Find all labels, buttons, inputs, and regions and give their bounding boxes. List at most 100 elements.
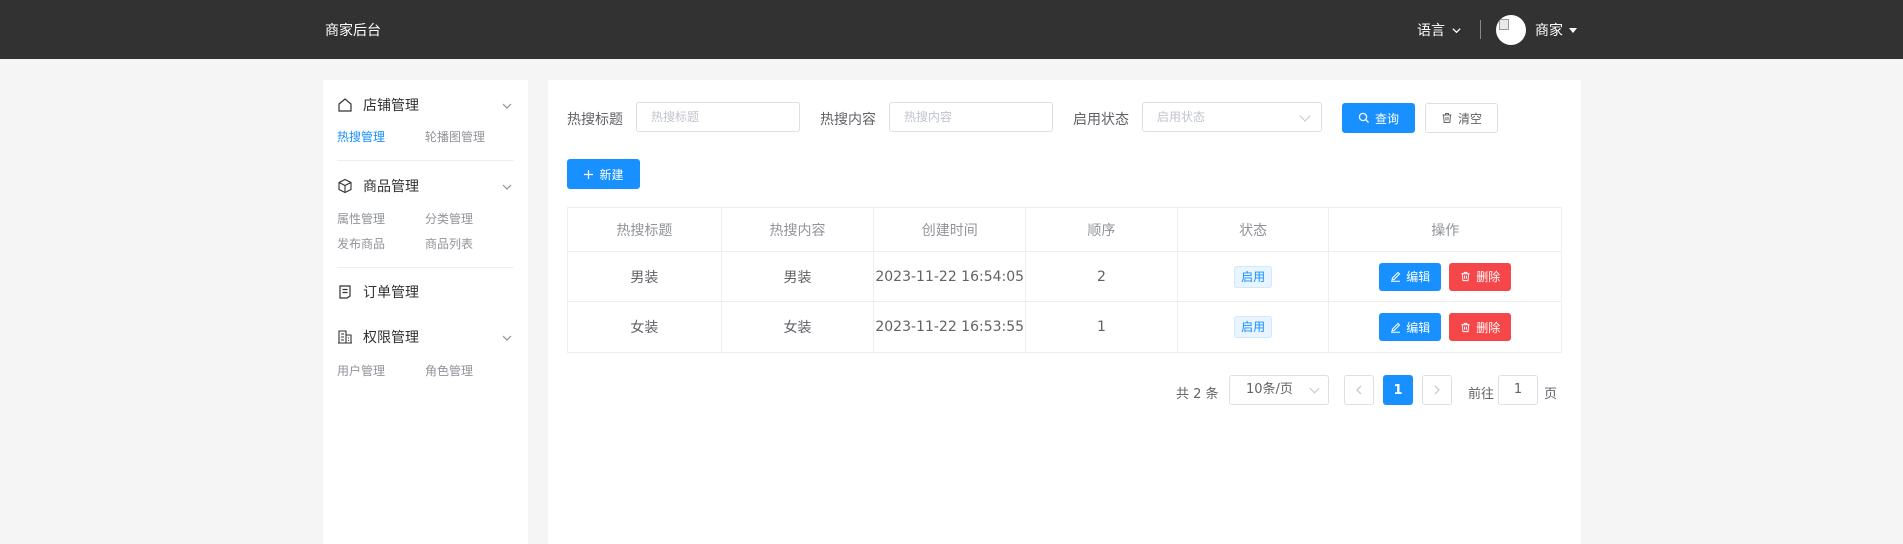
page-size-select[interactable]: 10条/页 <box>1229 375 1329 405</box>
prev-page-button[interactable] <box>1344 375 1374 405</box>
delete-button-label: 删除 <box>1476 320 1501 335</box>
sidebar-group-orders[interactable]: 订单管理 <box>337 282 419 302</box>
filter-title-input[interactable]: 热搜标题 <box>636 102 800 132</box>
sidebar-item-attributes[interactable]: 属性管理 <box>337 210 385 227</box>
chevron-down-icon[interactable] <box>502 182 512 192</box>
document-icon <box>339 285 351 299</box>
edit-icon <box>1391 271 1401 282</box>
sidebar: 店铺管理 热搜管理 轮播图管理 商品管理 属性管理 分类管理 发布商品 商品列表… <box>323 80 528 544</box>
page-size-value: 10条/页 <box>1246 382 1293 397</box>
broken-image-icon <box>1499 19 1509 30</box>
sidebar-item-goods-list[interactable]: 商品列表 <box>425 235 473 252</box>
sidebar-group-goods[interactable]: 商品管理 <box>337 176 419 196</box>
chevron-down-icon <box>1452 27 1461 33</box>
chevron-down-icon <box>1309 383 1320 394</box>
plus-icon <box>584 169 594 179</box>
box-icon <box>338 178 352 194</box>
cell-actions: 编辑 删除 <box>1329 252 1561 301</box>
clear-button[interactable]: 清空 <box>1425 103 1498 133</box>
sidebar-item-roles[interactable]: 角色管理 <box>425 362 473 379</box>
cell-title: 女装 <box>568 302 722 352</box>
column-header: 热搜内容 <box>722 208 875 251</box>
top-header: 商家后台 语言 商家 <box>0 0 1903 59</box>
sidebar-group-permissions[interactable]: 权限管理 <box>337 327 419 347</box>
edit-icon <box>1391 322 1401 333</box>
sidebar-item-publish[interactable]: 发布商品 <box>337 235 385 252</box>
caret-down-icon <box>1569 27 1577 33</box>
user-name: 商家 <box>1535 23 1563 39</box>
cell-content: 女装 <box>722 302 875 352</box>
next-page-button[interactable] <box>1422 375 1452 405</box>
cell-title: 男装 <box>568 252 722 301</box>
sidebar-divider <box>337 267 514 268</box>
search-button[interactable]: 查询 <box>1342 103 1415 133</box>
table-row: 男装 男装 2023-11-22 16:54:05 2 启用 编辑 删除 <box>568 252 1561 302</box>
brand-title: 商家后台 <box>325 23 381 39</box>
home-icon <box>338 98 352 112</box>
goto-page-suffix: 页 <box>1544 387 1558 402</box>
filter-status-label: 启用状态 <box>1073 112 1129 128</box>
avatar[interactable] <box>1496 15 1526 45</box>
edit-button[interactable]: 编辑 <box>1379 262 1442 291</box>
filter-status-placeholder: 启用状态 <box>1157 110 1206 124</box>
column-header: 创建时间 <box>874 208 1027 251</box>
delete-button[interactable]: 删除 <box>1449 262 1512 291</box>
sidebar-item-categories[interactable]: 分类管理 <box>425 210 473 227</box>
chevron-down-icon[interactable] <box>502 101 512 111</box>
chevron-down-icon[interactable] <box>502 333 512 343</box>
pagination-total: 共 2 条 <box>1176 387 1219 402</box>
cell-actions: 编辑 删除 <box>1329 302 1561 352</box>
sidebar-item-hot-search[interactable]: 热搜管理 <box>337 128 385 145</box>
user-dropdown[interactable]: 商家 <box>1535 20 1577 40</box>
cell-created: 2023-11-22 16:53:55 <box>874 302 1027 352</box>
cell-status: 启用 <box>1178 302 1330 352</box>
edit-button[interactable]: 编辑 <box>1379 313 1442 341</box>
delete-button[interactable]: 删除 <box>1449 313 1512 341</box>
trash-icon <box>1461 322 1470 332</box>
trash-icon <box>1461 271 1470 282</box>
chevron-down-icon <box>1299 110 1311 122</box>
cell-order: 1 <box>1026 302 1178 352</box>
sidebar-item-users[interactable]: 用户管理 <box>337 362 385 379</box>
sidebar-group-label: 订单管理 <box>363 285 419 301</box>
cell-created: 2023-11-22 16:54:05 <box>874 252 1027 301</box>
cell-content: 男装 <box>722 252 875 301</box>
sidebar-item-carousel[interactable]: 轮播图管理 <box>425 128 485 145</box>
column-header: 操作 <box>1431 222 1460 239</box>
building-icon <box>338 330 352 344</box>
filter-content-input[interactable]: 热搜内容 <box>889 102 1053 132</box>
column-header: 顺序 <box>1026 208 1178 251</box>
language-dropdown[interactable]: 语言 <box>1417 20 1462 40</box>
sidebar-divider <box>337 160 514 161</box>
delete-button-label: 删除 <box>1476 270 1501 284</box>
filter-title-label: 热搜标题 <box>567 112 623 128</box>
sidebar-group-label: 商品管理 <box>363 179 419 195</box>
trash-icon <box>1442 113 1452 123</box>
filter-content-label: 热搜内容 <box>820 112 876 128</box>
filter-status-select[interactable]: 启用状态 <box>1142 102 1322 132</box>
column-header: 热搜标题 <box>568 208 722 251</box>
main-panel: 热搜标题 热搜标题 热搜内容 热搜内容 启用状态 启用状态 查询 清空 新建 热… <box>548 80 1581 544</box>
clear-button-label: 清空 <box>1457 111 1482 126</box>
goto-page-input[interactable]: 1 <box>1498 375 1538 405</box>
page-number-current[interactable]: 1 <box>1383 375 1413 405</box>
new-button[interactable]: 新建 <box>567 159 640 189</box>
edit-button-label: 编辑 <box>1406 270 1431 284</box>
goto-label: 前往 <box>1468 387 1495 402</box>
edit-button-label: 编辑 <box>1406 320 1431 335</box>
chevron-left-icon <box>1356 385 1362 395</box>
table-row: 女装 女装 2023-11-22 16:53:55 1 启用 编辑 删除 <box>568 302 1561 352</box>
new-button-label: 新建 <box>599 167 624 182</box>
header-divider <box>1480 20 1481 39</box>
cell-order: 2 <box>1026 252 1178 301</box>
chevron-right-icon <box>1434 385 1440 395</box>
table-header-row: 热搜标题 热搜内容 创建时间 顺序 状态 操作 <box>568 208 1561 252</box>
status-badge: 启用 <box>1234 316 1273 338</box>
sidebar-group-shop[interactable]: 店铺管理 <box>337 95 419 115</box>
cell-status: 启用 <box>1178 252 1330 301</box>
sidebar-group-label: 店铺管理 <box>363 98 419 114</box>
language-label: 语言 <box>1417 23 1445 39</box>
hot-search-table: 热搜标题 热搜内容 创建时间 顺序 状态 操作 男装 男装 2023-11-22… <box>567 207 1562 353</box>
column-header: 状态 <box>1178 208 1330 251</box>
status-badge: 启用 <box>1234 265 1273 288</box>
